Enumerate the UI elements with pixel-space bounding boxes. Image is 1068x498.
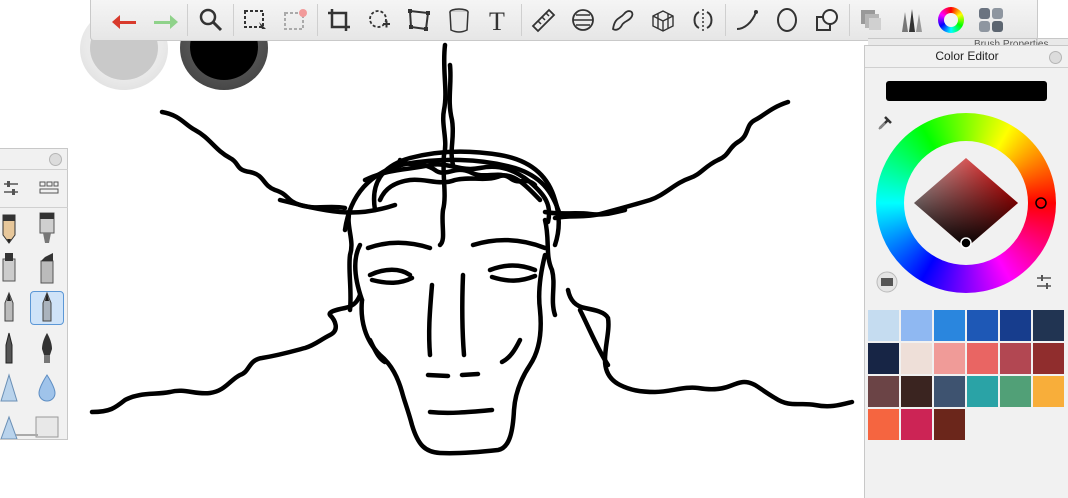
color-swatch[interactable] xyxy=(967,310,998,341)
zoom-icon[interactable] xyxy=(195,4,227,36)
airbrush-icon[interactable] xyxy=(0,251,26,285)
rect-select-clear-icon[interactable] xyxy=(279,4,311,36)
stroke-icon[interactable] xyxy=(731,4,763,36)
color-swatch[interactable] xyxy=(934,310,965,341)
brush-settings-icon[interactable] xyxy=(0,171,22,205)
ellipse-icon[interactable] xyxy=(771,4,803,36)
brush-list-icon[interactable] xyxy=(32,171,66,205)
ballpoint-icon[interactable] xyxy=(0,291,26,325)
brush-palette xyxy=(0,148,68,440)
shapes-icon[interactable] xyxy=(811,4,843,36)
fine-pen-icon[interactable] xyxy=(30,291,64,325)
color-swatch[interactable] xyxy=(934,343,965,374)
color-swatch[interactable] xyxy=(901,376,932,407)
water-drop-icon[interactable] xyxy=(30,371,64,405)
current-color-swatch[interactable] xyxy=(886,81,1047,101)
pencil-icon[interactable] xyxy=(0,211,26,245)
palette-icon[interactable] xyxy=(975,4,1007,36)
color-swatch-grid xyxy=(868,310,1068,440)
brush-library-icon[interactable] xyxy=(895,4,927,36)
color-swatch[interactable] xyxy=(1000,310,1031,341)
redo-icon[interactable] xyxy=(149,4,181,36)
color-swatch[interactable] xyxy=(1033,343,1064,374)
color-swatch[interactable] xyxy=(1033,376,1064,407)
text-icon[interactable]: T xyxy=(483,4,515,36)
panel-title: Color Editor xyxy=(935,49,999,63)
close-icon[interactable] xyxy=(49,153,62,166)
symmetry-icon[interactable] xyxy=(687,4,719,36)
color-swatch[interactable] xyxy=(934,376,965,407)
french-curve-icon[interactable] xyxy=(607,4,639,36)
color-swatch[interactable] xyxy=(868,310,899,341)
crop-icon[interactable] xyxy=(323,4,355,36)
ellipse-guide-icon[interactable] xyxy=(567,4,599,36)
color-swatch[interactable] xyxy=(901,310,932,341)
ruler-icon[interactable] xyxy=(527,4,559,36)
color-swatch[interactable] xyxy=(868,343,899,374)
color-swatch[interactable] xyxy=(934,409,965,440)
perspective-icon[interactable] xyxy=(647,4,679,36)
bucket-icon[interactable] xyxy=(443,4,475,36)
lasso-transform-icon[interactable] xyxy=(363,4,395,36)
color-editor-panel: Color Editor xyxy=(864,45,1068,498)
color-swatch[interactable] xyxy=(868,409,899,440)
main-toolbar: T xyxy=(90,0,1038,41)
layers-icon[interactable] xyxy=(855,4,887,36)
color-swatch[interactable] xyxy=(901,409,932,440)
color-swatch[interactable] xyxy=(967,376,998,407)
svg-text:T: T xyxy=(489,7,505,33)
ink-pen-icon[interactable] xyxy=(0,331,26,365)
color-swatch[interactable] xyxy=(901,343,932,374)
color-swatch[interactable] xyxy=(868,376,899,407)
color-swatch[interactable] xyxy=(1033,310,1064,341)
chisel-marker-icon[interactable] xyxy=(30,251,64,285)
color-swatch[interactable] xyxy=(1000,376,1031,407)
cone-brush-icon[interactable] xyxy=(0,371,26,405)
fountain-pen-icon[interactable] xyxy=(30,331,64,365)
color-wheel[interactable] xyxy=(865,106,1068,304)
rect-select-icon[interactable] xyxy=(239,4,271,36)
close-icon[interactable] xyxy=(1049,51,1062,64)
distort-icon[interactable] xyxy=(403,4,435,36)
marker-icon[interactable] xyxy=(30,211,64,245)
color-wheel-icon[interactable] xyxy=(935,4,967,36)
color-swatch[interactable] xyxy=(1000,343,1031,374)
history-color-icon[interactable] xyxy=(876,271,898,293)
undo-icon[interactable] xyxy=(109,4,141,36)
color-swatch[interactable] xyxy=(967,343,998,374)
